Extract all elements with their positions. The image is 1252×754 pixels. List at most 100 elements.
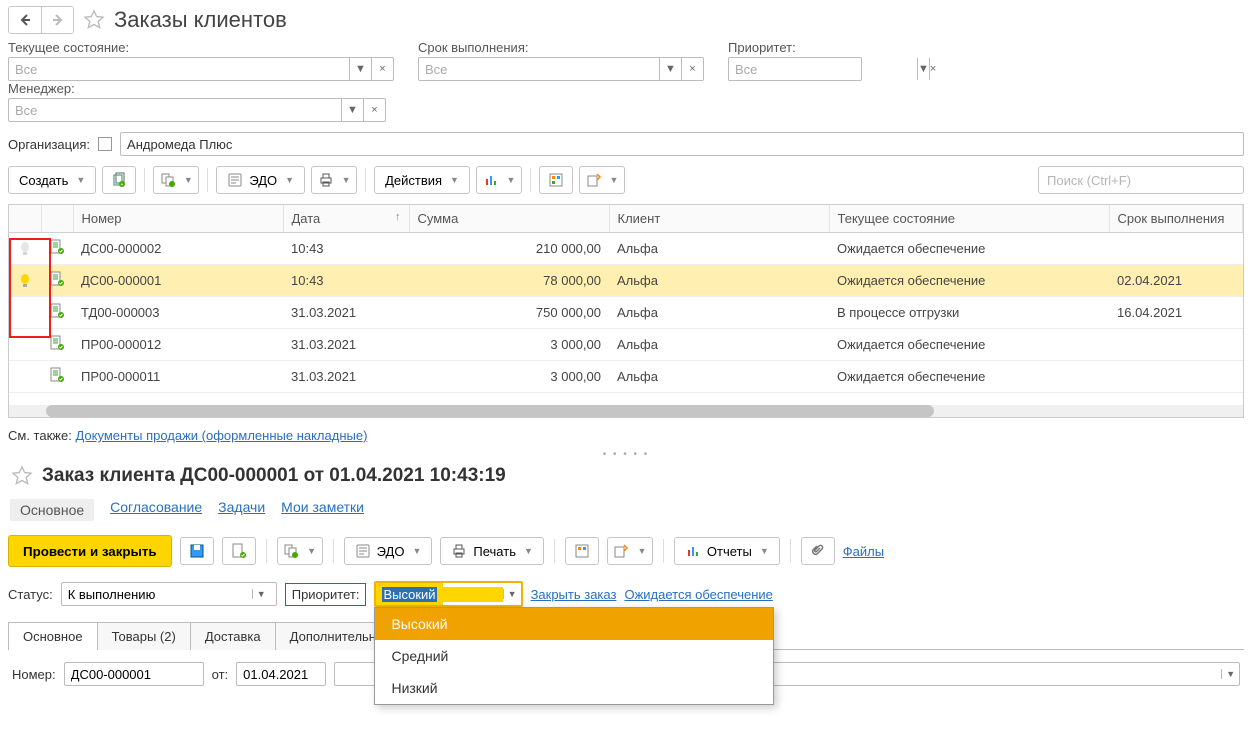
- print-button-2[interactable]: Печать ▼: [440, 537, 544, 565]
- doc-icon: [49, 239, 65, 255]
- actions-button[interactable]: Действия ▼: [374, 166, 470, 194]
- priority-option-high[interactable]: Высокий: [375, 608, 773, 640]
- filter-manager-input[interactable]: [9, 99, 341, 121]
- settings-list-button[interactable]: [539, 166, 573, 194]
- see-also-link[interactable]: Документы продажи (оформленные накладные…: [75, 428, 367, 443]
- priority-option-low[interactable]: Низкий: [375, 672, 773, 704]
- tab-approval[interactable]: Согласование: [110, 499, 202, 521]
- pane-splitter[interactable]: • • • • •: [0, 449, 1252, 459]
- filter-deadline-field[interactable]: ▼ ×: [418, 57, 704, 81]
- filter-manager-field[interactable]: ▼ ×: [8, 98, 386, 122]
- filter-deadline-dropdown[interactable]: ▼: [659, 58, 681, 80]
- print-button[interactable]: ▼: [311, 166, 357, 194]
- table-row[interactable]: ПР00-000011 31.03.2021 3 000,00 Альфа Ож…: [9, 361, 1243, 393]
- close-order-link[interactable]: Закрыть заказ: [531, 587, 617, 602]
- subtab-main[interactable]: Основное: [8, 622, 98, 650]
- tab-main[interactable]: Основное: [10, 499, 94, 521]
- filter-state-clear[interactable]: ×: [371, 58, 393, 80]
- orders-table: Номер Дата↑ Сумма Клиент Текущее состоян…: [9, 205, 1243, 405]
- org-checkbox[interactable]: [98, 137, 112, 151]
- filter-manager-clear[interactable]: ×: [363, 99, 385, 121]
- doc-icon: [49, 367, 65, 383]
- filter-state-input[interactable]: [9, 58, 349, 80]
- post-and-close-button[interactable]: Провести и закрыть: [8, 535, 172, 567]
- nav-forward-button[interactable]: [41, 7, 73, 33]
- priority-value: Высокий: [382, 587, 436, 602]
- filter-deadline-clear[interactable]: ×: [681, 58, 703, 80]
- from-label: от:: [212, 667, 229, 682]
- reports-button[interactable]: ▼: [476, 166, 522, 194]
- status-dropdown-icon[interactable]: ▼: [252, 589, 270, 599]
- table-row[interactable]: ПР00-000012 31.03.2021 3 000,00 Альфа Ож…: [9, 329, 1243, 361]
- filter-priority-dropdown[interactable]: ▼: [917, 58, 929, 80]
- filter-manager-dropdown[interactable]: ▼: [341, 99, 363, 121]
- org-field[interactable]: Андромеда Плюс: [120, 132, 1244, 156]
- col-number[interactable]: Номер: [73, 205, 283, 233]
- number-input[interactable]: [65, 667, 203, 682]
- date-field[interactable]: [236, 662, 326, 686]
- status-input[interactable]: [62, 587, 252, 602]
- create-based-on-button-2[interactable]: ▼: [277, 537, 323, 565]
- bulb-icon: [17, 241, 33, 257]
- copy-button[interactable]: +: [102, 166, 136, 194]
- edo-button[interactable]: ЭДО ▼: [216, 166, 305, 194]
- page-title: Заказы клиентов: [114, 7, 287, 33]
- horizontal-scrollbar[interactable]: [9, 405, 1243, 417]
- org-label: Организация:: [8, 137, 90, 152]
- tab-tasks[interactable]: Задачи: [218, 499, 265, 521]
- post-button[interactable]: [222, 537, 256, 565]
- reports-button-2[interactable]: Отчеты ▼: [674, 537, 780, 565]
- search-input[interactable]: [1038, 166, 1244, 194]
- doc-icon: [49, 335, 65, 351]
- doc-icon: [49, 271, 65, 287]
- number-field[interactable]: [64, 662, 204, 686]
- col-deadline[interactable]: Срок выполнения: [1109, 205, 1243, 233]
- priority-dropdown-icon[interactable]: ▼: [503, 589, 521, 599]
- table-row[interactable]: ДС00-000001 10:43 78 000,00 Альфа Ожидае…: [9, 265, 1243, 297]
- table-row[interactable]: ДС00-000002 10:43 210 000,00 Альфа Ожида…: [9, 233, 1243, 265]
- col-sum[interactable]: Сумма: [409, 205, 609, 233]
- col-client[interactable]: Клиент: [609, 205, 829, 233]
- priority-option-medium[interactable]: Средний: [375, 640, 773, 672]
- date-input[interactable]: [237, 667, 325, 682]
- export-button-2[interactable]: ▼: [607, 537, 653, 565]
- save-button[interactable]: [180, 537, 214, 565]
- nav-back-button[interactable]: [9, 7, 41, 33]
- settings-button-2[interactable]: [565, 537, 599, 565]
- favorite-star-icon[interactable]: [8, 463, 36, 489]
- status-combo[interactable]: ▼: [61, 582, 277, 606]
- filter-deadline-input[interactable]: [419, 58, 659, 80]
- subtab-delivery[interactable]: Доставка: [190, 622, 276, 650]
- export-button[interactable]: ▼: [579, 166, 625, 194]
- filter-state-field[interactable]: ▼ ×: [8, 57, 394, 81]
- tab-notes[interactable]: Мои заметки: [281, 499, 364, 521]
- col-state[interactable]: Текущее состояние: [829, 205, 1109, 233]
- filter-state-label: Текущее состояние:: [8, 40, 394, 55]
- number-label: Номер:: [12, 667, 56, 682]
- favorite-star-icon[interactable]: [80, 7, 108, 33]
- col-date[interactable]: Дата↑: [283, 205, 409, 233]
- filter-state-dropdown[interactable]: ▼: [349, 58, 371, 80]
- org-value: Андромеда Плюс: [127, 137, 232, 152]
- attachments-button[interactable]: [801, 537, 835, 565]
- nav-buttons: [8, 6, 74, 34]
- create-button[interactable]: Создать ▼: [8, 166, 96, 194]
- create-based-on-button[interactable]: ▼: [153, 166, 199, 194]
- priority-dropdown: Высокий Средний Низкий: [374, 607, 774, 705]
- subtab-goods[interactable]: Товары (2): [97, 622, 191, 650]
- table-row[interactable]: ТД00-000003 31.03.2021 750 000,00 Альфа …: [9, 297, 1243, 329]
- doc-icon: [49, 303, 65, 319]
- edo-button-2[interactable]: ЭДО ▼: [344, 537, 433, 565]
- extra-dropdown-icon[interactable]: ▼: [1221, 669, 1239, 679]
- see-also-label: См. также:: [8, 428, 72, 443]
- filter-manager-label: Менеджер:: [8, 81, 386, 96]
- files-link[interactable]: Файлы: [843, 544, 884, 559]
- awaiting-supply-link[interactable]: Ожидается обеспечение: [624, 587, 772, 602]
- filter-priority-clear[interactable]: ×: [929, 58, 936, 80]
- priority-combo[interactable]: Высокий ▼: [374, 581, 522, 607]
- priority-label: Приоритет:: [285, 583, 367, 606]
- filter-priority-field[interactable]: ▼ ×: [728, 57, 862, 81]
- filter-deadline-label: Срок выполнения:: [418, 40, 704, 55]
- filter-priority-input[interactable]: [729, 58, 917, 80]
- status-label: Статус:: [8, 587, 53, 602]
